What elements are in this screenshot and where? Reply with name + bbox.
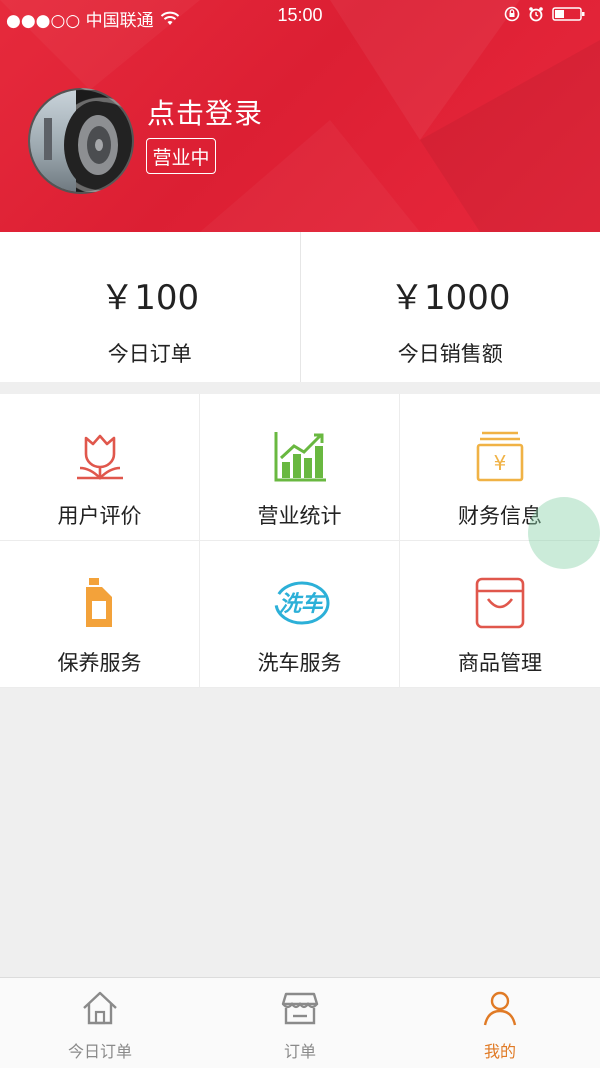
stat-today-orders[interactable]: ￥100 今日订单 xyxy=(0,232,300,382)
alarm-icon xyxy=(528,6,544,22)
stat-label: 今日销售额 xyxy=(301,338,600,368)
avatar[interactable] xyxy=(28,88,134,194)
stat-label: 今日订单 xyxy=(0,338,300,368)
tab-today-orders[interactable]: 今日订单 xyxy=(0,978,200,1068)
tab-orders[interactable]: 订单 xyxy=(200,978,400,1068)
function-grid: 用户评价 营业统计 ¥ 财务信息 保养服务 xyxy=(0,394,600,688)
grid-item-maintenance[interactable]: 保养服务 xyxy=(0,541,200,688)
tire-icon xyxy=(30,90,132,192)
grid-item-label: 营业统计 xyxy=(200,500,399,530)
status-bar: ●●●○○ 中国联通 15:00 xyxy=(0,0,600,34)
svg-text:¥: ¥ xyxy=(494,451,507,475)
battery-icon xyxy=(552,6,586,22)
business-status-badge: 营业中 xyxy=(146,138,216,174)
oil-bottle-icon xyxy=(72,575,128,631)
stat-today-sales[interactable]: ￥1000 今日销售额 xyxy=(300,232,600,382)
login-link[interactable]: 点击登录 xyxy=(147,92,263,132)
wallet-yen-icon: ¥ xyxy=(472,428,528,484)
rotation-lock-icon xyxy=(504,6,520,22)
bar-chart-icon xyxy=(272,428,328,484)
grid-item-car-wash[interactable]: 洗车 洗车服务 xyxy=(200,541,400,688)
shopping-bag-icon xyxy=(472,575,528,631)
grid-item-label: 用户评价 xyxy=(0,500,199,530)
tab-label: 我的 xyxy=(400,1038,600,1062)
store-icon xyxy=(280,988,320,1028)
grid-item-user-reviews[interactable]: 用户评价 xyxy=(0,394,200,541)
stats-panel: ￥100 今日订单 ￥1000 今日销售额 xyxy=(0,232,600,382)
grid-item-label: 商品管理 xyxy=(400,647,600,677)
touch-ripple xyxy=(528,497,600,569)
tab-bar: 今日订单 订单 我的 xyxy=(0,977,600,1068)
tab-label: 订单 xyxy=(200,1038,400,1062)
grid-item-label: 洗车服务 xyxy=(200,647,399,677)
stat-value: ￥100 xyxy=(0,270,300,319)
tab-label: 今日订单 xyxy=(0,1038,200,1062)
car-wash-icon: 洗车 xyxy=(269,575,331,631)
grid-item-label: 保养服务 xyxy=(0,647,199,677)
grid-item-business-stats[interactable]: 营业统计 xyxy=(200,394,400,541)
tulip-icon xyxy=(72,428,128,484)
tab-mine[interactable]: 我的 xyxy=(400,978,600,1068)
svg-text:洗车: 洗车 xyxy=(278,591,325,617)
user-icon xyxy=(480,988,520,1028)
profile-header: ●●●○○ 中国联通 15:00 xyxy=(0,0,600,232)
stat-value: ￥1000 xyxy=(301,270,600,319)
home-icon xyxy=(80,988,120,1028)
status-icons xyxy=(504,6,586,22)
